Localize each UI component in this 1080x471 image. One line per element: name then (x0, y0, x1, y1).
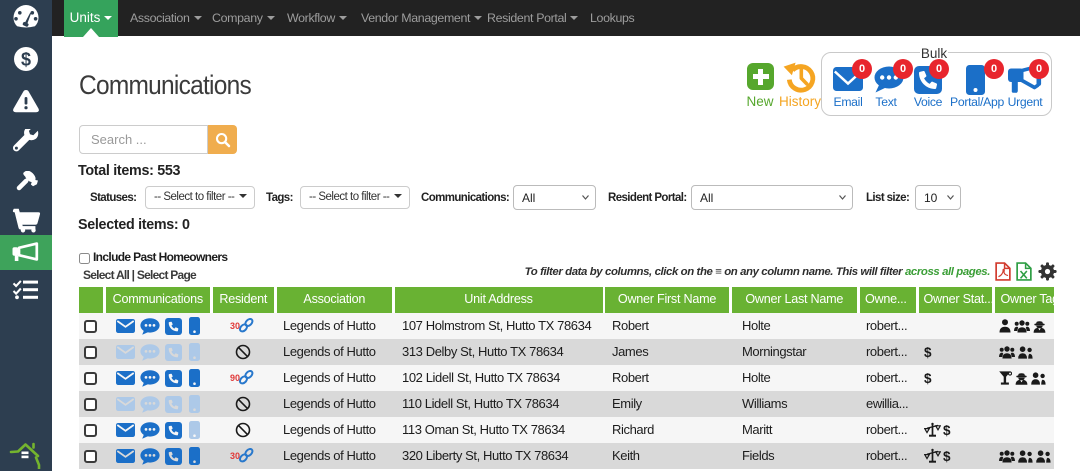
svg-text:$: $ (21, 50, 31, 70)
